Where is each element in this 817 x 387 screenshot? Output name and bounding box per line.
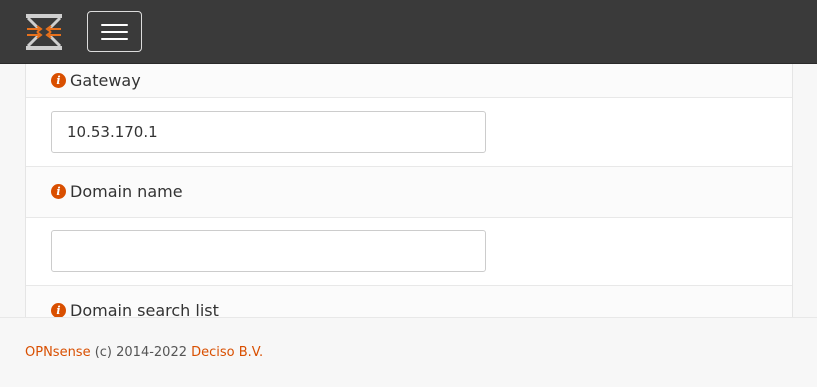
- page-footer: OPNsense (c) 2014-2022 Deciso B.V.: [0, 317, 817, 387]
- gateway-label-row: i Gateway: [26, 64, 792, 98]
- gateway-input-row: [26, 98, 792, 167]
- domain-search-list-label-row: i Domain search list: [26, 286, 792, 317]
- domain-name-label-row: i Domain name: [26, 167, 792, 218]
- info-icon[interactable]: i: [51, 73, 66, 88]
- domain-name-input[interactable]: [51, 230, 486, 272]
- info-icon[interactable]: i: [51, 303, 66, 317]
- menu-toggle-button[interactable]: [87, 11, 142, 52]
- domain-name-input-row: [26, 218, 792, 286]
- opnsense-logo-icon[interactable]: [24, 13, 64, 51]
- domain-search-list-label: Domain search list: [70, 301, 219, 317]
- footer-copyright: OPNsense (c) 2014-2022 Deciso B.V.: [25, 345, 263, 360]
- top-navbar: [0, 0, 817, 64]
- deciso-link[interactable]: Deciso B.V.: [191, 345, 263, 360]
- opnsense-link[interactable]: OPNsense: [25, 345, 91, 360]
- copyright-text: (c) 2014-2022: [90, 345, 192, 360]
- domain-name-label: Domain name: [70, 182, 183, 201]
- gateway-label: Gateway: [70, 71, 141, 90]
- form-panel: i Gateway i Domain name i Domain search …: [25, 64, 793, 317]
- info-icon[interactable]: i: [51, 184, 66, 199]
- gateway-input[interactable]: [51, 111, 486, 153]
